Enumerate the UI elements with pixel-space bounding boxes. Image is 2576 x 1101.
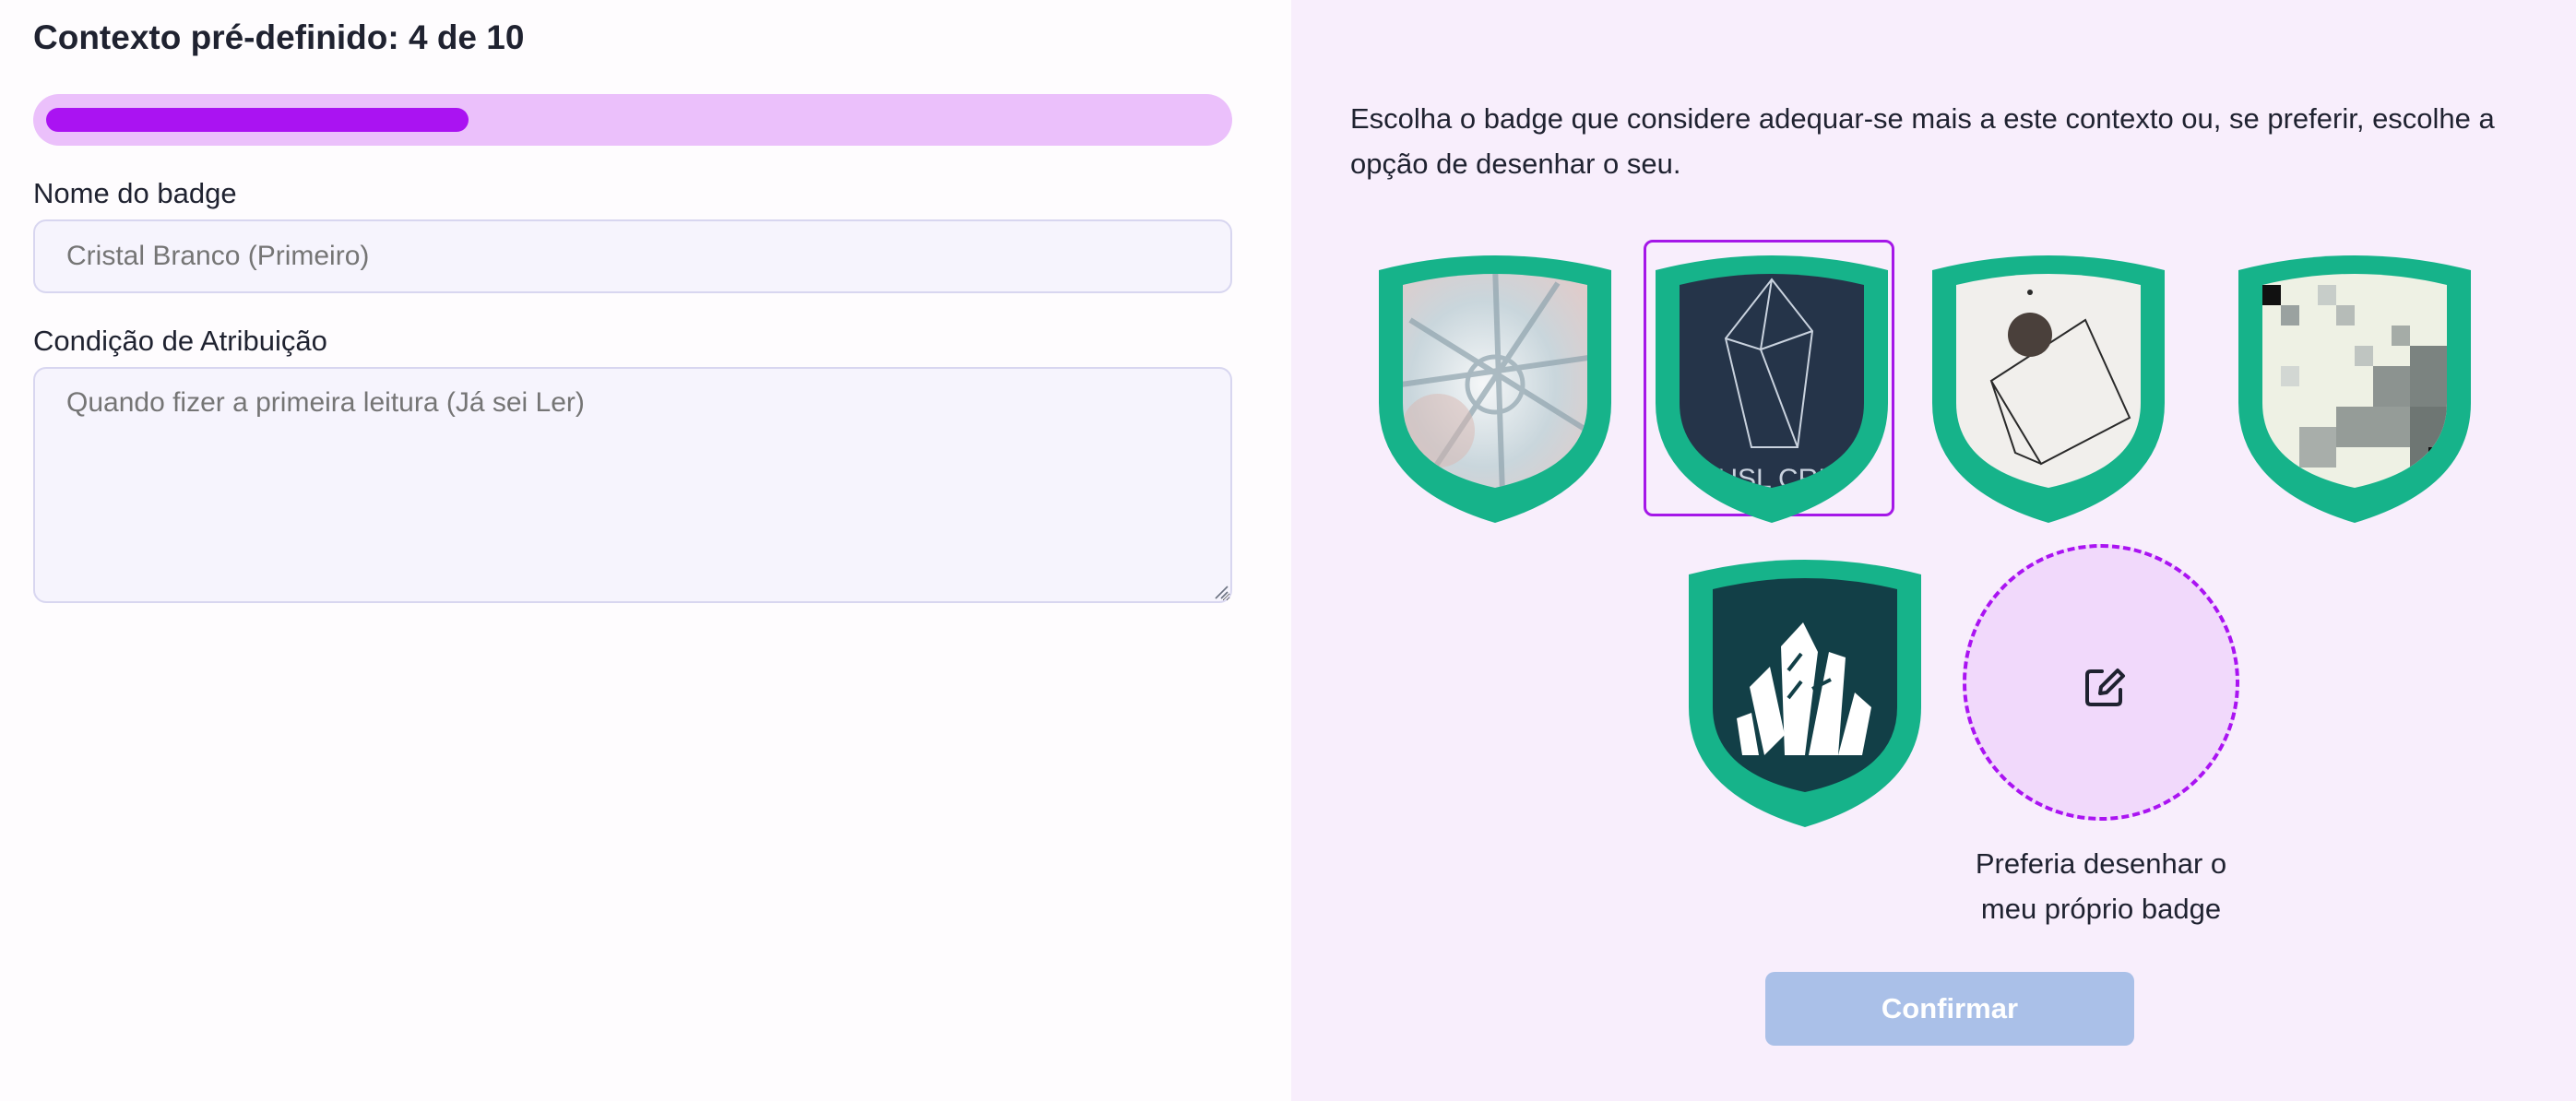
- badge-name-input[interactable]: [33, 219, 1232, 293]
- draw-own-badge-label: Preferia desenhar o meu próprio badge: [1975, 847, 2227, 925]
- badge-option-geometric-shape[interactable]: [1920, 240, 2171, 523]
- resize-grip-icon[interactable]: [1214, 585, 1229, 599]
- badge-name-label: Nome do badge: [33, 177, 237, 209]
- crystal-ball-photo-badge-image: [1379, 255, 1611, 523]
- pixelated-crystal-badge-image: [2238, 255, 2471, 523]
- form-panel: Contexto pré-definido: 4 de 10 Nome do b…: [0, 0, 1291, 1101]
- badge-option-crystal-ball[interactable]: [1367, 240, 1618, 523]
- badge-option-line-crystal[interactable]: PUSL CRIS: [1644, 240, 1894, 523]
- pencil-square-icon: [2085, 669, 2125, 706]
- white-crystal-cluster-badge-image: [1689, 560, 1921, 827]
- confirm-button[interactable]: Confirmar: [1765, 972, 2134, 1046]
- draw-own-badge-option[interactable]: [1963, 544, 2239, 821]
- badge-option-crystal-cluster[interactable]: [1677, 544, 1928, 827]
- progress-bar-fill: [46, 108, 469, 132]
- line-crystal-badge-image: PUSL CRIS: [1656, 255, 1888, 523]
- page-title: Contexto pré-definido: 4 de 10: [33, 18, 525, 56]
- badge-instructions: Escolha o badge que considere adequar-se…: [1350, 102, 2495, 180]
- badge-selection-panel: Escolha o badge que considere adequar-se…: [1291, 0, 2576, 1101]
- condition-textarea[interactable]: [33, 367, 1232, 603]
- geometric-shape-badge-image: [1932, 255, 2165, 523]
- condition-label: Condição de Atribuição: [33, 325, 327, 357]
- progress-bar: [33, 94, 1232, 146]
- badge-option-pixelated-crystal[interactable]: [2226, 240, 2477, 523]
